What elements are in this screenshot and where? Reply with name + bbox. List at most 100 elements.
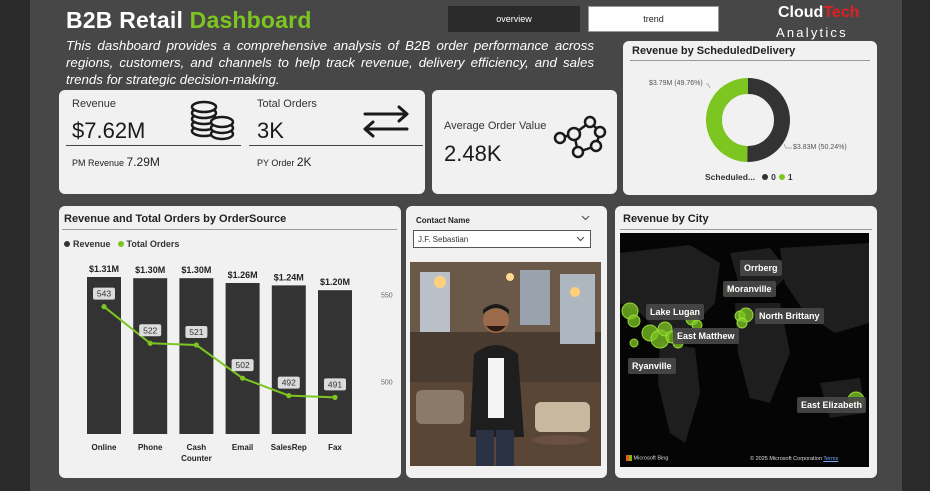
category-label: Counter: [181, 454, 212, 463]
orders-value-label: 502: [236, 360, 250, 370]
aov-label: Average Order Value: [444, 120, 547, 132]
pm-revenue-value: 7.29M: [126, 155, 160, 169]
brand-logo: CloudTech: [778, 4, 859, 22]
city-label-east-elizabeth[interactable]: East Elizabeth: [797, 397, 867, 413]
bar-salesrep: [271, 285, 306, 434]
legend-revenue: Revenue: [73, 239, 111, 249]
page-description: This dashboard provides a comprehensive …: [66, 38, 594, 87]
page-edge-left: [0, 0, 30, 491]
title-main: B2B Retail: [66, 7, 184, 33]
title-accent: Dashboard: [189, 7, 312, 33]
revenue-value: $7.62M: [72, 118, 146, 143]
orders-point: [147, 340, 153, 346]
orders-point: [286, 393, 292, 399]
bar-online: [87, 277, 121, 434]
map-title: Revenue by City: [623, 213, 709, 225]
orders-point: [101, 304, 107, 310]
bar-value-label: $1.30M: [135, 265, 165, 275]
ms-logo-icon: [626, 455, 632, 461]
contact-selected-value: J.F. Sebastian: [418, 235, 469, 244]
orders-point: [240, 375, 246, 381]
py-orders-value: 2K: [296, 155, 312, 169]
category-label: Email: [232, 443, 253, 452]
bar-value-label: $1.31M: [89, 264, 119, 274]
coins-stack-icon: [190, 100, 235, 141]
category-label: SalesRep: [271, 443, 307, 452]
bar-cash-counter: [179, 278, 214, 434]
pm-revenue: PM Revenue 7.29M: [72, 155, 160, 169]
map-footer-right: © 2025 Microsoft Corporation: [750, 456, 822, 462]
bar-email: [225, 282, 260, 434]
network-nodes-icon: [553, 115, 607, 159]
revenue-label: Revenue: [72, 98, 117, 110]
orders-value-label: 543: [97, 289, 111, 299]
brand-subtitle: Analytics: [776, 25, 848, 40]
aov-value: 2.48K: [444, 141, 502, 166]
city-bubble: [627, 314, 641, 328]
revenue-divider: [66, 145, 241, 146]
contact-photo: [410, 262, 601, 466]
y2-tick-label: 500: [381, 380, 393, 387]
donut-leader-lines: [706, 83, 792, 149]
bar-value-label: $1.30M: [181, 265, 211, 275]
map-title-rule: [620, 229, 872, 230]
orders-point: [193, 342, 199, 348]
pm-revenue-label: PM Revenue: [72, 158, 125, 168]
bar-chart-legend: Revenue Total Orders: [64, 239, 179, 249]
donut-legend-title: Scheduled...: [705, 172, 756, 182]
donut-title-rule: [630, 60, 870, 61]
bar-chart-title-rule: [62, 229, 397, 230]
brand-name-red: Tech: [823, 4, 860, 21]
map-footer-left: Microsoft Bing: [633, 455, 669, 462]
category-label: Cash: [187, 443, 207, 452]
city-label-east-matthew[interactable]: East Matthew: [673, 328, 739, 344]
total-orders-value: 3K: [257, 118, 284, 143]
py-orders-label: PY Order: [257, 158, 295, 168]
legend-dot-0: [762, 174, 769, 180]
revenue-orders-chart: $1.31M Online $1.30M Phone $1.30M Cash Counter…: [87, 264, 393, 463]
bar-value-label: $1.24M: [274, 272, 304, 282]
city-label-orrberg[interactable]: Orrberg: [740, 260, 782, 276]
bar-fax: [318, 290, 352, 434]
contact-select[interactable]: J.F. Sebastian: [413, 230, 591, 248]
contact-filter-label: Contact Name: [416, 216, 470, 225]
orders-value-label: 522: [143, 325, 157, 335]
orders-value-label: 521: [189, 327, 203, 337]
city-label-moranville[interactable]: Moranville: [723, 281, 776, 297]
total-orders-label: Total Orders: [257, 98, 317, 110]
map-copyright: © 2025 Microsoft Corporation Terms: [750, 456, 838, 462]
city-bubble: [736, 317, 748, 329]
legend-dot-1: [778, 174, 785, 180]
donut-legend-0: 0: [771, 172, 776, 182]
category-label: Online: [92, 443, 117, 452]
city-label-north-brittany[interactable]: North Brittany: [755, 308, 824, 324]
select-chevron-icon: [576, 236, 585, 242]
page-title: B2B Retail Dashboard: [66, 7, 312, 34]
page-edge-right: [902, 0, 930, 491]
donut-legend: Scheduled... 0 1: [705, 172, 793, 182]
orders-value-label: 492: [282, 378, 296, 388]
orders-divider: [249, 145, 423, 146]
legend-dot-revenue: [64, 241, 70, 247]
chevron-down-icon[interactable]: [581, 215, 590, 221]
city-bubble: [629, 338, 639, 348]
bar-value-label: $1.20M: [320, 277, 350, 287]
map-attribution-bing: Microsoft Bing: [626, 455, 668, 461]
brand-name-white: Cloud: [778, 4, 824, 21]
city-label-ryanville[interactable]: Ryanville: [628, 358, 676, 374]
nav-overview-button[interactable]: overview: [448, 6, 580, 32]
map-terms-link[interactable]: Terms: [823, 456, 838, 462]
orders-value-label: 491: [328, 379, 342, 389]
legend-orders: Total Orders: [126, 239, 180, 249]
py-orders: PY Order 2K: [257, 155, 312, 169]
category-label: Fax: [328, 443, 342, 452]
donut-title: Revenue by ScheduledDelivery: [632, 45, 796, 57]
city-map[interactable]: Orrberg Moranville Lake Lugan North Brit…: [620, 233, 869, 467]
orders-point: [332, 394, 338, 400]
bar-phone: [133, 278, 168, 434]
bar-value-label: $1.26M: [228, 270, 258, 280]
nav-trend-button[interactable]: trend: [588, 6, 719, 32]
y2-tick-label: 550: [381, 292, 393, 299]
bar-chart-title: Revenue and Total Orders by OrderSource: [64, 213, 287, 225]
city-label-lake-lugan[interactable]: Lake Lugan: [646, 304, 705, 320]
